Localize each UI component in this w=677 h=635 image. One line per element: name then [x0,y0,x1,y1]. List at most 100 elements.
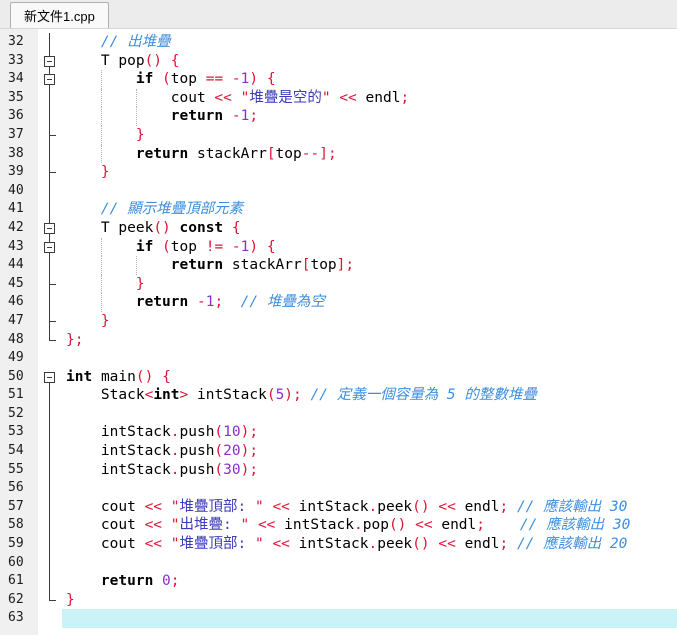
code-text[interactable]: } [62,312,677,331]
code-text[interactable]: cout << "堆疊是空的" << endl; [62,88,677,108]
line-number[interactable]: 56 [0,479,38,498]
code-text[interactable]: Stack<int> intStack(5); // 定義一個容量為 5 的整數… [62,386,677,405]
code-line[interactable]: 45 } [0,274,677,294]
line-number[interactable]: 57 [0,498,38,517]
file-tab[interactable]: 新文件1.cpp [10,2,109,28]
line-number[interactable]: 44 [0,256,38,275]
code-text[interactable]: int main() { [62,368,677,387]
code-text[interactable]: return stackArr[top]; [62,256,677,275]
code-line[interactable]: 43 if (top != -1) { [0,237,677,257]
code-line[interactable]: 61 return 0; [0,572,677,591]
line-number[interactable]: 62 [0,591,38,610]
line-number[interactable]: 63 [0,609,38,628]
line-number[interactable]: 52 [0,405,38,424]
code-text[interactable]: } [62,591,677,610]
line-number[interactable]: 60 [0,554,38,573]
line-number[interactable]: 39 [0,163,38,182]
line-number[interactable]: 49 [0,349,38,368]
code-line[interactable]: 44 return stackArr[top]; [0,256,677,275]
code-line[interactable]: 58 cout << "出堆疊: " << intStack.pop() << … [0,516,677,536]
line-number[interactable]: 38 [0,145,38,164]
line-number[interactable]: 53 [0,423,38,442]
code-line[interactable]: 48}; [0,330,677,350]
line-number[interactable]: 42 [0,219,38,238]
code-line[interactable]: 38 return stackArr[top--]; [0,144,677,164]
code-text[interactable]: } [62,274,677,294]
code-text[interactable]: intStack.push(10); [62,423,677,442]
code-line[interactable]: 32 // 出堆疊 [0,33,677,52]
code-line[interactable]: 47 } [0,311,677,331]
line-number[interactable]: 48 [0,331,38,350]
code-text[interactable]: if (top != -1) { [62,237,677,257]
code-text[interactable] [62,479,677,498]
code-text[interactable]: cout << "出堆疊: " << intStack.pop() << end… [62,516,677,535]
line-number[interactable]: 58 [0,516,38,535]
line-number[interactable]: 45 [0,275,38,294]
line-number[interactable]: 32 [0,33,38,52]
code-line[interactable]: 46 return -1; // 堆疊為空 [0,293,677,312]
code-editor[interactable]: 32 // 出堆疊 33 T pop() {34 if (top == -1) {… [0,29,677,635]
line-number[interactable]: 36 [0,107,38,126]
line-number[interactable]: 35 [0,89,38,108]
code-line[interactable]: 56 [0,479,677,498]
fold-toggle-icon[interactable] [38,237,62,257]
line-number[interactable]: 59 [0,535,38,554]
code-text[interactable] [62,182,677,201]
fold-toggle-icon[interactable] [38,70,62,89]
line-number[interactable]: 61 [0,572,38,591]
code-text[interactable] [62,405,677,424]
code-text[interactable]: cout << "堆疊頂部: " << intStack.peek() << e… [62,498,677,517]
code-text[interactable]: intStack.push(20); [62,442,677,461]
code-line[interactable]: 63 [0,609,677,628]
code-line[interactable]: 52 [0,404,677,424]
code-line[interactable]: 37 } [0,125,677,145]
code-line[interactable]: 40 [0,181,677,201]
line-number[interactable]: 54 [0,442,38,461]
fold-toggle-icon[interactable] [38,368,62,387]
code-text[interactable] [62,554,677,573]
code-line[interactable]: 62} [0,590,677,610]
line-number[interactable]: 41 [0,200,38,219]
fold-toggle-icon[interactable] [38,51,62,71]
line-number[interactable]: 55 [0,461,38,480]
line-number[interactable]: 40 [0,182,38,201]
code-line[interactable]: 50 int main() { [0,368,677,387]
code-line[interactable]: 49 [0,349,677,368]
line-number[interactable]: 50 [0,368,38,387]
code-line[interactable]: 34 if (top == -1) { [0,70,677,89]
code-text[interactable]: } [62,125,677,145]
code-text[interactable]: // 出堆疊 [62,33,677,52]
code-line[interactable]: 59 cout << "堆疊頂部: " << intStack.peek() <… [0,535,677,554]
line-number[interactable]: 51 [0,386,38,405]
code-line[interactable]: 42 T peek() const { [0,218,677,238]
code-text[interactable]: T peek() const { [62,219,677,238]
code-line[interactable]: 36 return -1; [0,107,677,126]
line-number[interactable]: 47 [0,312,38,331]
code-text[interactable]: } [62,163,677,182]
line-number[interactable]: 34 [0,70,38,89]
code-line[interactable]: 55 intStack.push(30); [0,460,677,480]
code-line[interactable]: 60 [0,553,677,573]
code-text[interactable] [62,609,677,628]
code-line[interactable]: 54 intStack.push(20); [0,442,677,461]
code-line[interactable]: 57 cout << "堆疊頂部: " << intStack.peek() <… [0,497,677,517]
code-text[interactable]: cout << "堆疊頂部: " << intStack.peek() << e… [62,535,677,554]
code-line[interactable]: 53 intStack.push(10); [0,423,677,443]
code-text[interactable]: }; [62,331,677,350]
code-text[interactable]: return 0; [62,572,677,591]
line-number[interactable]: 46 [0,293,38,312]
code-text[interactable]: return -1; [62,107,677,126]
code-line[interactable]: 33 T pop() { [0,51,677,71]
code-text[interactable]: return stackArr[top--]; [62,144,677,164]
code-text[interactable]: // 顯示堆疊頂部元素 [62,200,677,219]
code-line[interactable]: 51 Stack<int> intStack(5); // 定義一個容量為 5 … [0,386,677,405]
code-line[interactable]: 41 // 顯示堆疊頂部元素 [0,200,677,219]
line-number[interactable]: 33 [0,52,38,71]
fold-toggle-icon[interactable] [38,218,62,238]
code-text[interactable]: if (top == -1) { [62,70,677,89]
code-line[interactable]: 35 cout << "堆疊是空的" << endl; [0,88,677,108]
code-text[interactable]: return -1; // 堆疊為空 [62,293,677,312]
code-text[interactable]: intStack.push(30); [62,461,677,480]
line-number[interactable]: 37 [0,126,38,145]
code-line[interactable]: 39 } [0,163,677,182]
